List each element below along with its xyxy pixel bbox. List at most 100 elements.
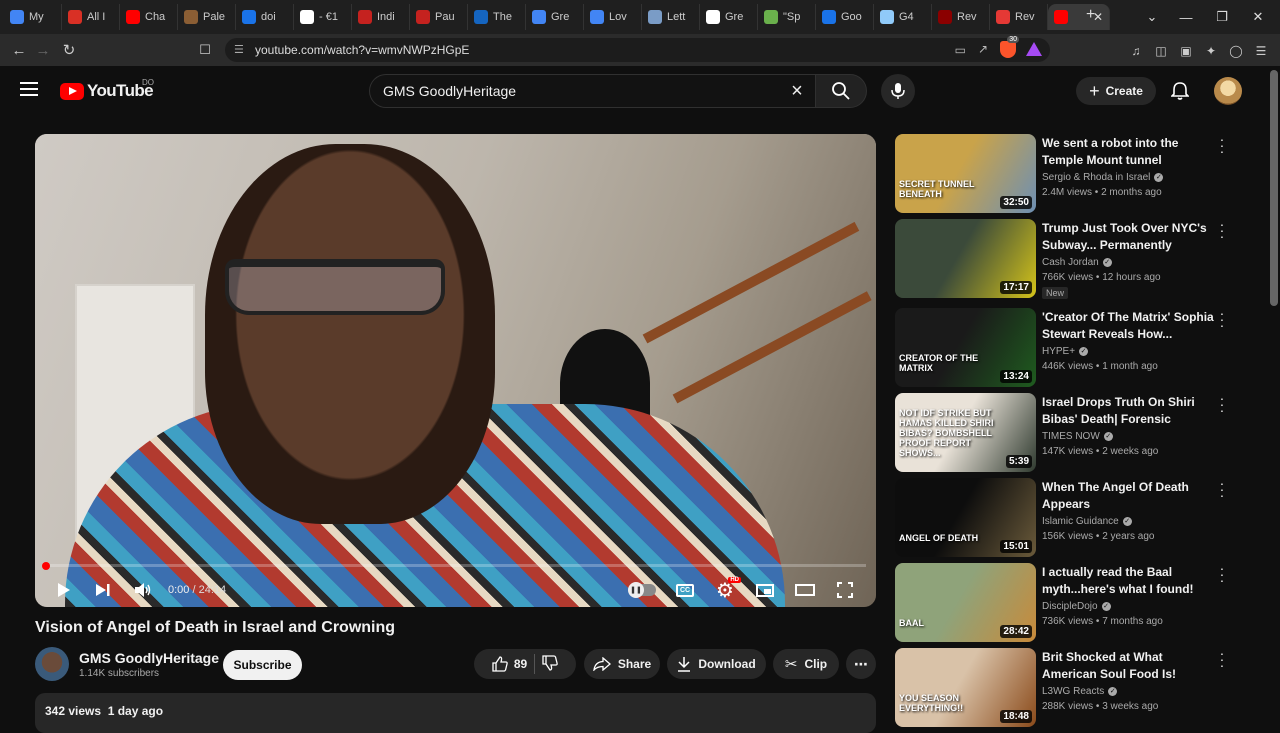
browser-tab[interactable]: Rev (932, 4, 990, 30)
brave-shield-icon[interactable] (1000, 41, 1016, 58)
create-button[interactable]: + Create (1076, 77, 1156, 105)
progress-bar[interactable] (45, 564, 866, 567)
recommended-channel[interactable]: L3WG Reacts ✓ (1042, 686, 1118, 697)
brave-rewards-icon[interactable] (1026, 42, 1042, 56)
notifications-button[interactable] (1168, 79, 1192, 103)
recommended-video[interactable]: SECRET TUNNEL BENEATH 32:50 We sent a robo… (895, 132, 1260, 214)
sidebar-icon[interactable]: ◫ (1153, 43, 1169, 59)
video-thumbnail[interactable]: CREATOR OF THE MATRIX 13:24 (895, 308, 1036, 387)
video-thumbnail[interactable]: NOT IDF STRIKE BUT HAMAS KILLED SHIRI BI… (895, 393, 1036, 472)
recommended-video[interactable]: ANGEL OF DEATH 15:01 When The Angel Of Dea… (895, 476, 1260, 558)
more-vertical-icon[interactable]: · · · (1217, 561, 1227, 587)
recommended-channel[interactable]: Sergio & Rhoda in Israel ✓ (1042, 172, 1164, 183)
video-thumbnail[interactable]: 17:17 (895, 219, 1036, 298)
tab-search-chevron-icon[interactable]: ⌄ (1134, 0, 1170, 34)
browser-tab[interactable]: Indi (352, 4, 410, 30)
channel-name[interactable]: GMS GoodlyHeritage (79, 650, 219, 666)
browser-tab[interactable]: Rev (990, 4, 1048, 30)
forward-icon[interactable]: → (30, 37, 56, 63)
recommended-video[interactable]: BAAL 28:42 I actually read the Baal myth..… (895, 561, 1260, 643)
video-player[interactable]: 0:00 / 24:14 ❚❚ CC ⚙ HD (35, 134, 876, 607)
recommended-channel[interactable]: Cash Jordan ✓ (1042, 257, 1112, 268)
recommended-channel[interactable]: Islamic Guidance ✓ (1042, 516, 1132, 527)
recommended-video[interactable]: YOU SEASON EVERYTHING!! 18:48 Brit Shocked… (895, 646, 1260, 728)
video-thumbnail[interactable]: BAAL 28:42 (895, 563, 1036, 642)
browser-tab[interactable]: My (4, 4, 62, 30)
recommended-channel[interactable]: DiscipleDojo ✓ (1042, 601, 1111, 612)
browser-tab[interactable]: G4 (874, 4, 932, 30)
browser-tab[interactable]: All I (62, 4, 120, 30)
site-info-icon[interactable]: ☰ (234, 43, 244, 56)
address-bar[interactable]: ☰ youtube.com/watch?v=wmvNWPzHGpE ▭ ↗ 30 (225, 36, 1050, 62)
video-thumbnail[interactable]: ANGEL OF DEATH 15:01 (895, 478, 1036, 557)
minimize-window-icon[interactable]: — (1168, 0, 1204, 34)
miniplayer-button[interactable] (753, 578, 777, 602)
scrollbar-thumb[interactable] (1270, 70, 1278, 306)
download-button[interactable]: Download (667, 649, 766, 679)
video-thumbnail[interactable]: SECRET TUNNEL BENEATH 32:50 (895, 134, 1036, 213)
guide-menu-icon[interactable] (20, 82, 38, 96)
description-box[interactable]: 342 views 1 day ago (35, 693, 876, 733)
channel-avatar[interactable] (35, 647, 69, 681)
recommended-video[interactable]: CREATOR OF THE MATRIX 13:24 'Creator Of Th… (895, 306, 1260, 388)
video-thumbnail[interactable]: YOU SEASON EVERYTHING!! 18:48 (895, 648, 1036, 727)
share-button[interactable]: Share (584, 649, 660, 679)
wallet-icon[interactable]: ▣ (1178, 43, 1194, 59)
recommended-channel[interactable]: HYPE+ ✓ (1042, 346, 1089, 357)
like-button[interactable]: 89 (492, 656, 527, 672)
more-vertical-icon[interactable]: · · · (1217, 391, 1227, 417)
search-input[interactable]: GMS GoodlyHeritage × (369, 74, 815, 108)
more-vertical-icon[interactable]: · · · (1217, 306, 1227, 332)
subscribe-button[interactable]: Subscribe (223, 650, 302, 680)
recommended-title[interactable]: When The Angel Of Death Appears (1042, 479, 1216, 513)
new-tab-icon[interactable]: + (1086, 6, 1095, 24)
browser-menu-icon[interactable]: ☰ (1253, 43, 1269, 59)
cast-icon[interactable]: ▭ (955, 43, 966, 57)
more-actions-button[interactable]: ⋯ (846, 649, 876, 679)
clip-button[interactable]: ✂ Clip (773, 649, 839, 679)
bookmark-icon[interactable]: ☐ (192, 37, 218, 63)
browser-tab[interactable]: "Sp (758, 4, 816, 30)
browser-tab[interactable]: Gre (526, 4, 584, 30)
recommended-title[interactable]: I actually read the Baal myth...here's w… (1042, 564, 1216, 598)
search-button[interactable] (815, 74, 867, 108)
voice-search-button[interactable] (881, 74, 915, 108)
theater-mode-button[interactable] (793, 578, 817, 602)
reload-icon[interactable]: ↻ (56, 37, 82, 63)
browser-tab[interactable]: Gre (700, 4, 758, 30)
browser-tab[interactable]: Cha (120, 4, 178, 30)
account-avatar[interactable] (1214, 77, 1242, 105)
next-button[interactable] (91, 578, 115, 602)
leo-ai-icon[interactable]: ✦ (1203, 43, 1219, 59)
volume-button[interactable] (131, 578, 155, 602)
dislike-button[interactable] (542, 654, 558, 674)
browser-tab[interactable]: - €1 (294, 4, 352, 30)
play-button[interactable] (52, 578, 76, 602)
browser-tab[interactable]: doi (236, 4, 294, 30)
autoplay-toggle[interactable]: ❚❚ (627, 578, 657, 602)
browser-tab[interactable]: Pale (178, 4, 236, 30)
captions-button[interactable]: CC (673, 578, 697, 602)
recommended-channel[interactable]: TIMES NOW ✓ (1042, 431, 1113, 442)
recommended-video[interactable]: NOT IDF STRIKE BUT HAMAS KILLED SHIRI BI… (895, 391, 1260, 473)
recommended-title[interactable]: Brit Shocked at What American Soul Food … (1042, 649, 1216, 683)
more-vertical-icon[interactable]: · · · (1217, 646, 1227, 672)
fullscreen-button[interactable] (833, 578, 857, 602)
browser-tab[interactable]: ✕ (1048, 4, 1110, 30)
more-vertical-icon[interactable]: · · · (1217, 132, 1227, 158)
browser-tab[interactable]: Lov (584, 4, 642, 30)
browser-tab[interactable]: Goo (816, 4, 874, 30)
recommended-title[interactable]: 'Creator Of The Matrix' Sophia Stewart R… (1042, 309, 1216, 343)
recommended-title[interactable]: We sent a robot into the Temple Mount tu… (1042, 135, 1216, 169)
vpn-icon[interactable]: ◯ (1228, 43, 1244, 59)
recommended-title[interactable]: Trump Just Took Over NYC's Subway... Per… (1042, 220, 1216, 254)
clear-search-icon[interactable]: × (785, 79, 809, 103)
back-icon[interactable]: ← (6, 37, 32, 63)
browser-tab[interactable]: Pau (410, 4, 468, 30)
recommended-title[interactable]: Israel Drops Truth On Shiri Bibas' Death… (1042, 394, 1216, 428)
restore-window-icon[interactable]: ❐ (1204, 0, 1240, 34)
browser-tab[interactable]: Lett (642, 4, 700, 30)
more-vertical-icon[interactable]: · · · (1217, 476, 1227, 502)
browser-tab[interactable]: The (468, 4, 526, 30)
media-controls-icon[interactable]: ♫ (1128, 43, 1144, 59)
